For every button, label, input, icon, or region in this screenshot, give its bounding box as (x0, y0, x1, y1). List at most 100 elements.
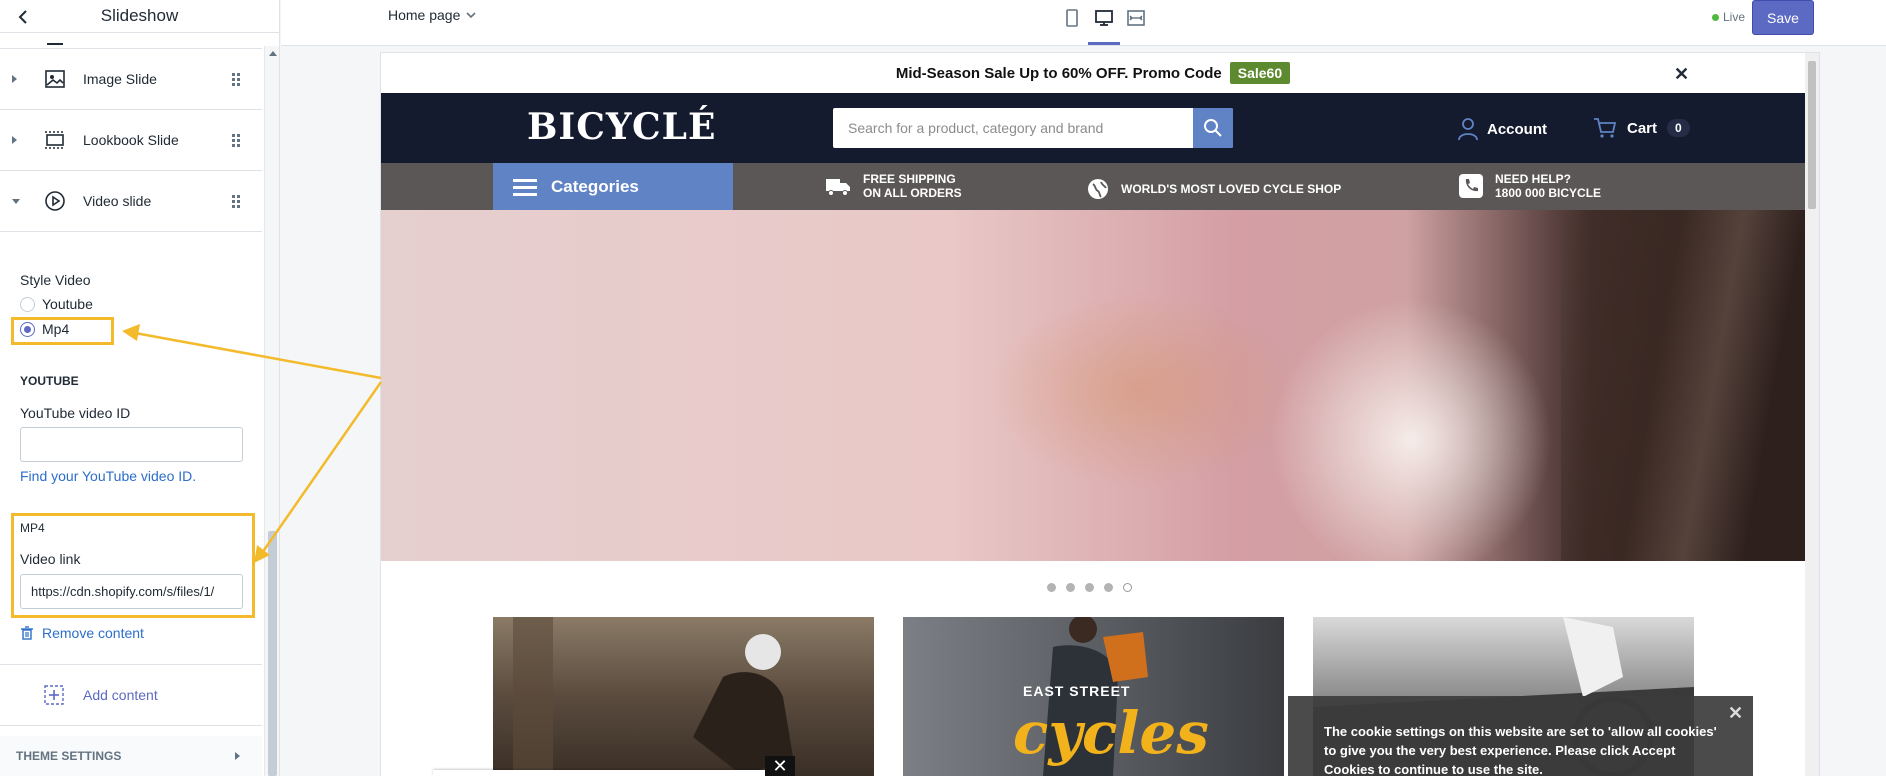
cookie-close-icon[interactable]: ✕ (1728, 704, 1743, 723)
add-content-label: Add content (83, 687, 158, 703)
cart-icon (1594, 118, 1617, 138)
block-lookbook-slide[interactable]: Lookbook Slide (0, 110, 262, 171)
video-link-input[interactable] (20, 574, 243, 609)
radio-mp4[interactable]: Mp4 (20, 321, 69, 337)
youtube-id-label: YouTube video ID (20, 405, 131, 421)
radio-youtube[interactable]: Youtube (20, 296, 93, 312)
storefront-preview: Mid-Season Sale Up to 60% OFF. Promo Cod… (381, 53, 1819, 776)
scrollbar-thumb[interactable] (268, 531, 277, 776)
close-icon[interactable]: ✕ (1674, 64, 1689, 85)
mp4-section-heading: MP4 (20, 521, 45, 535)
cart-label: Cart (1627, 119, 1658, 137)
chevron-right-icon (235, 752, 240, 760)
mobile-view-icon[interactable] (1061, 7, 1083, 29)
cookie-text: The cookie settings on this website are … (1324, 724, 1717, 776)
block-label: Lookbook Slide (83, 132, 179, 148)
desktop-view-icon[interactable] (1088, 7, 1120, 45)
live-label: Live (1723, 10, 1746, 24)
slide-dot[interactable] (1047, 583, 1056, 592)
device-view-toggle (1061, 7, 1147, 45)
slideshow-dots (1047, 583, 1132, 592)
feature-need-help: NEED HELP? 1800 000 BICYCLE (1459, 172, 1601, 200)
page-selector-label: Home page (388, 7, 461, 23)
scroll-up-icon[interactable] (269, 51, 277, 56)
store-logo[interactable]: BICYCLÉ (527, 106, 716, 148)
cart-count-badge: 0 (1667, 119, 1690, 137)
youtube-help-link[interactable]: Find your YouTube video ID. (20, 468, 196, 484)
sidebar-scroll-area: Image Slide Lookbook Slide Video slide S… (0, 43, 264, 776)
theme-settings-row[interactable]: THEME SETTINGS (0, 736, 262, 776)
slide-dot[interactable] (1104, 583, 1113, 592)
page-selector[interactable]: Home page (388, 7, 476, 23)
drag-handle-icon[interactable] (232, 195, 240, 208)
live-status: Live (1712, 10, 1745, 24)
drag-handle-icon[interactable] (232, 134, 240, 147)
card-title-small: EAST STREET (1023, 683, 1131, 699)
video-link-label: Video link (20, 551, 81, 567)
promo-card-rider[interactable] (493, 617, 874, 776)
chevron-down-icon (466, 12, 476, 19)
truck-icon (826, 179, 850, 196)
block-image-slide[interactable]: Image Slide (0, 49, 262, 110)
card-title-big: cycles (1013, 699, 1209, 767)
preview-scrollbar[interactable] (1805, 53, 1819, 776)
feature-loved-shop: WORLD'S MOST LOVED CYCLE SHOP (1087, 178, 1341, 200)
sidebar-scrollbar[interactable] (264, 46, 279, 776)
feature-line1: WORLD'S MOST LOVED CYCLE SHOP (1121, 182, 1342, 196)
remove-content-label: Remove content (42, 625, 144, 641)
categories-label: Categories (551, 176, 639, 196)
add-content-button[interactable]: Add content (0, 664, 262, 726)
feature-line1: NEED HELP? (1495, 172, 1572, 186)
lookbook-icon (45, 131, 65, 149)
live-dot-icon (1712, 13, 1719, 21)
fullscreen-view-icon[interactable] (1125, 7, 1147, 29)
remove-content-button[interactable]: Remove content (20, 625, 144, 641)
expand-caret-icon[interactable] (12, 75, 17, 83)
play-circle-icon (45, 191, 65, 211)
expand-caret-icon[interactable] (12, 136, 17, 144)
preview-scrollbar-thumb[interactable] (1808, 61, 1816, 209)
block-video-slide[interactable]: Video slide (0, 171, 262, 232)
drag-handle-icon[interactable] (232, 73, 240, 86)
slide-dot[interactable] (1085, 583, 1094, 592)
search-button[interactable] (1193, 108, 1233, 148)
account-link[interactable]: Account (1457, 117, 1547, 141)
phone-icon (1459, 174, 1483, 198)
account-label: Account (1487, 120, 1547, 138)
popup-edge (433, 770, 769, 776)
feature-line2: 1800 000 BICYCLE (1495, 186, 1602, 200)
hero-video-slide[interactable] (381, 210, 1805, 561)
user-icon (1458, 118, 1478, 141)
top-toolbar: Home page Live Save (281, 0, 1886, 46)
youtube-section-heading: YOUTUBE (20, 374, 79, 388)
trash-icon (21, 626, 33, 640)
cookie-banner: ✕ The cookie settings on this website ar… (1288, 696, 1753, 776)
image-icon (45, 70, 65, 88)
globe-icon (1088, 179, 1108, 199)
promo-card-east-street[interactable]: EAST STREET cycles (903, 617, 1284, 776)
feature-line2: ON ALL ORDERS (863, 186, 962, 200)
partial-block-row[interactable] (0, 0, 262, 49)
collapse-caret-icon[interactable] (12, 198, 20, 204)
youtube-id-input[interactable] (20, 427, 243, 462)
theme-settings-label: THEME SETTINGS (16, 749, 122, 763)
categories-menu-button[interactable]: Categories (493, 163, 733, 210)
editor-sidebar: Slideshow Image Slide Lookbook Slide Vid… (0, 0, 280, 776)
radio-label: Mp4 (42, 321, 70, 337)
radio-circle-selected[interactable] (20, 321, 35, 337)
popup-close-icon[interactable]: ✕ (765, 756, 795, 776)
hamburger-icon (513, 178, 537, 196)
store-header: BICYCLÉ Search for a product, category a… (381, 93, 1805, 163)
style-video-label: Style Video (20, 272, 91, 288)
cart-link[interactable]: Cart 0 (1593, 117, 1690, 139)
block-label: Image Slide (83, 71, 157, 87)
search-bar[interactable]: Search for a product, category and brand (833, 108, 1233, 148)
radio-circle[interactable] (20, 296, 35, 312)
search-input[interactable]: Search for a product, category and brand (833, 120, 1193, 136)
slide-dot[interactable] (1066, 583, 1075, 592)
feature-line1: FREE SHIPPING (863, 172, 956, 186)
radio-label: Youtube (42, 296, 93, 312)
slide-dot-active[interactable] (1123, 583, 1132, 592)
add-block-icon (44, 685, 64, 705)
save-button[interactable]: Save (1752, 0, 1814, 35)
